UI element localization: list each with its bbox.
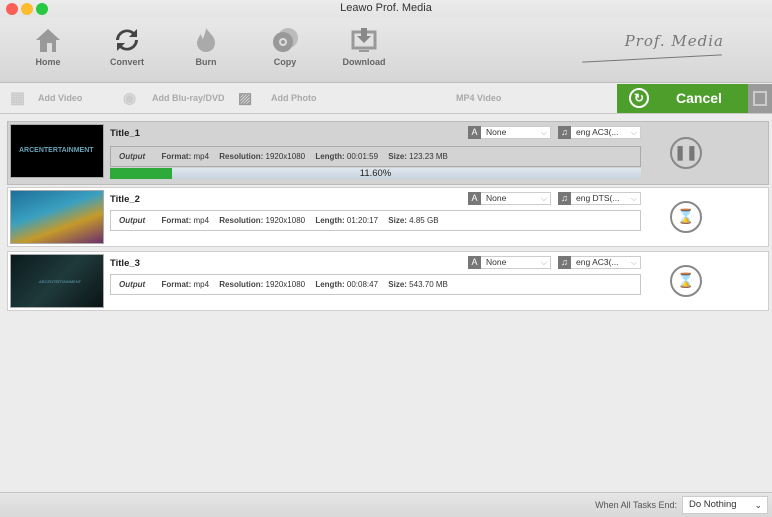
progress-text: 11.60% [359,168,392,179]
progress-bar: 11.60% [110,168,641,179]
toolbar-burn[interactable]: Burn [171,26,241,67]
download-icon [351,28,377,52]
audio-select[interactable]: ♫ eng AC3(... ⌵ [558,126,641,139]
footer-bar: When All Tasks End: Do Nothing ⌄ [0,492,772,517]
main-toolbar: Home Convert Burn Copy Download Prof. Me… [0,18,772,83]
toolbar-download[interactable]: Download [329,26,399,67]
video-thumbnail: ARCENTERTAINMENT [10,254,104,308]
waiting-status: ⌛ [670,201,702,233]
toolbar-copy[interactable]: Copy [250,26,320,67]
chevron-down-icon: ⌵ [540,128,547,137]
when-tasks-end-select[interactable]: Do Nothing ⌄ [682,496,768,514]
add-bluray-button[interactable]: Add Blu-ray/DVD [152,84,225,113]
subtitle-icon: A [468,192,481,205]
toolbar-convert[interactable]: Convert [92,26,162,67]
home-icon [36,29,60,52]
chevron-down-icon: ⌵ [540,258,547,267]
when-tasks-end-label: When All Tasks End: [595,500,677,510]
chevron-down-icon: ⌵ [630,258,637,267]
copy-icon [273,28,298,52]
music-icon: ♫ [558,126,571,139]
add-bluray-icon: ◉ [123,90,137,107]
add-photo-icon: ▨ [238,90,253,107]
cancel-button[interactable]: ↻ Cancel [617,84,748,113]
video-thumbnail: ARCENTERTAINMENT [10,124,104,178]
subtitle-select[interactable]: A None ⌵ [468,192,551,205]
task-row: Title_2 A None ⌵ ♫ eng DTS(... ⌵ Output Form… [7,187,769,247]
subtitle-icon: A [468,126,481,139]
music-icon: ♫ [558,192,571,205]
task-row: ARCENTERTAINMENT Title_3 A None ⌵ ♫ eng AC3… [7,251,769,311]
minimize-window-button[interactable] [21,3,33,15]
zoom-window-button[interactable] [36,3,48,15]
toolbar-home[interactable]: Home [13,26,83,67]
chevron-down-icon: ⌵ [630,194,637,203]
add-video-button[interactable]: Add Video [38,84,82,113]
hourglass-icon: ⌛ [677,272,695,288]
task-title: Title_3 [110,258,140,269]
task-row: ARCENTERTAINMENT Title_1 A None ⌵ ♫ eng AC3… [7,121,769,185]
subtitle-icon: A [468,256,481,269]
add-photo-button[interactable]: Add Photo [271,84,317,113]
audio-select[interactable]: ♫ eng AC3(... ⌵ [558,256,641,269]
hourglass-icon: ⌛ [677,208,695,224]
waiting-status: ⌛ [670,265,702,297]
prof-media-logo: Prof. Media [624,32,724,50]
title-bar: Leawo Prof. Media [0,0,772,18]
pause-button[interactable]: ❚❚ [670,137,702,169]
refresh-icon: ↻ [629,88,649,108]
logo-underline [582,54,722,63]
close-window-button[interactable] [6,3,18,15]
output-info: Output Format: mp4 Resolution: 1920x1080… [110,146,641,167]
chevron-down-icon: ⌵ [540,194,547,203]
output-info: Output Format: mp4 Resolution: 1920x1080… [110,210,641,231]
chevron-down-icon: ⌵ [630,128,637,137]
toggle-panel-button[interactable] [748,84,772,113]
subtitle-select[interactable]: A None ⌵ [468,256,551,269]
music-icon: ♫ [558,256,571,269]
window-title: Leawo Prof. Media [340,2,432,14]
add-video-icon: ▦ [10,90,26,107]
task-title: Title_2 [110,194,140,205]
convert-icon [116,29,138,51]
panel-icon [753,91,767,106]
task-title: Title_1 [110,128,140,139]
pause-icon: ❚❚ [674,144,698,160]
output-info: Output Format: mp4 Resolution: 1920x1080… [110,274,641,295]
profile-label[interactable]: MP4 Video [456,84,501,113]
chevron-down-icon: ⌄ [754,500,762,510]
subtitle-select[interactable]: A None ⌵ [468,126,551,139]
audio-select[interactable]: ♫ eng DTS(... ⌵ [558,192,641,205]
video-thumbnail [10,190,104,244]
burn-icon [197,28,215,52]
